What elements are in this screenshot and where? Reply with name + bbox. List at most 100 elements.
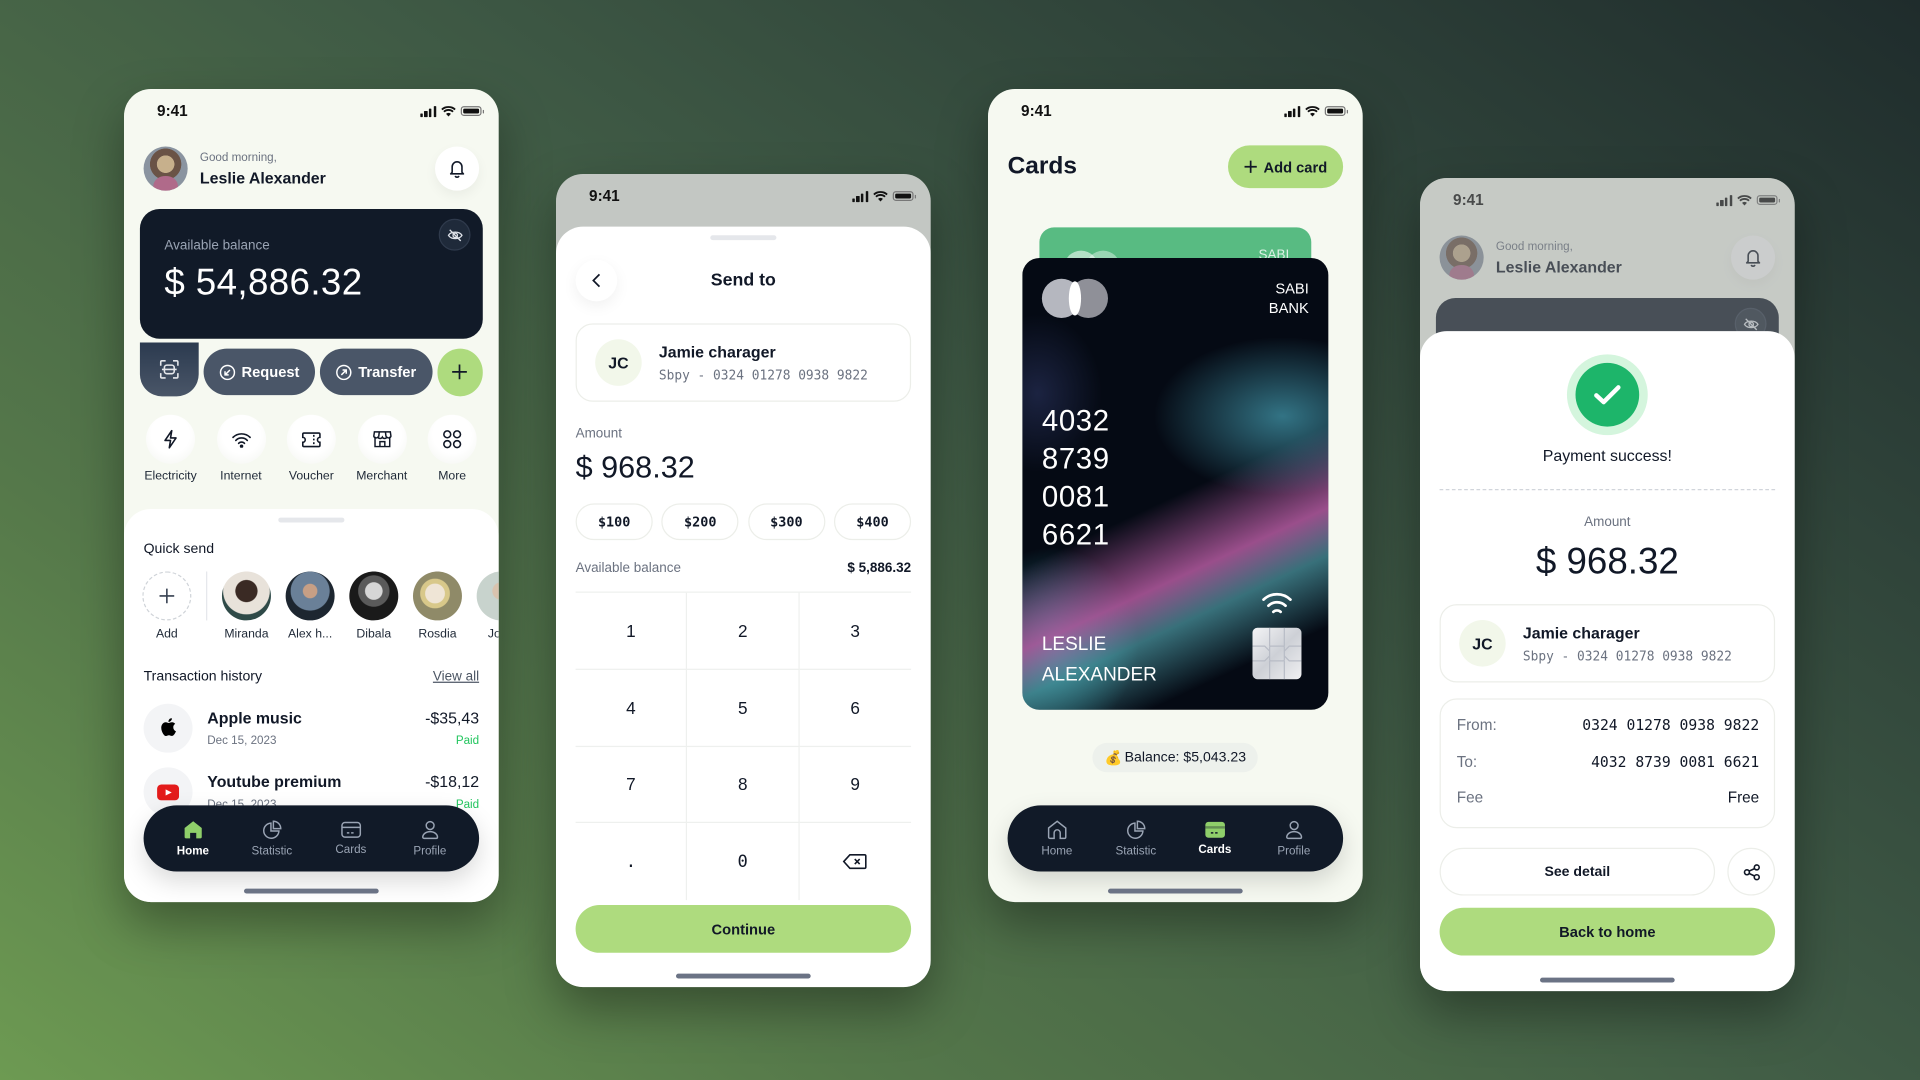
preset-100[interactable]: $100 <box>575 503 653 541</box>
quick-send-contact[interactable]: Rosdia <box>406 571 470 641</box>
scan-button[interactable] <box>139 342 199 397</box>
tab-statistic[interactable]: Statistic <box>1102 819 1171 857</box>
battery-icon <box>1324 106 1349 116</box>
quick-send-add[interactable]: Add <box>142 571 192 641</box>
quick-send-contact[interactable]: Alex h... <box>278 571 342 641</box>
quick-send-contact[interactable]: John <box>469 571 499 641</box>
home-indicator <box>1540 977 1675 983</box>
recipient-avatar: JC <box>595 339 642 386</box>
balance-label: Available balance <box>164 238 270 254</box>
service-merchant[interactable]: Merchant <box>347 414 416 483</box>
home-indicator <box>676 973 811 979</box>
preset-400[interactable]: $400 <box>833 503 912 541</box>
quick-send-contact[interactable]: Dibala <box>342 571 406 641</box>
service-electricity[interactable]: Electricity <box>136 414 205 483</box>
card-number: 4032 8739 0081 6621 <box>1041 404 1110 552</box>
user-avatar[interactable] <box>143 146 188 191</box>
recipient-card[interactable]: JC Jamie charager Sbpy - 0324 01278 0938… <box>575 323 912 402</box>
add-card-button[interactable]: Add card <box>1227 145 1344 189</box>
notification-button[interactable] <box>435 146 480 191</box>
transfer-label: Transfer <box>358 363 417 381</box>
backspace-key[interactable] <box>799 823 911 900</box>
preset-300[interactable]: $300 <box>747 503 825 541</box>
preset-200[interactable]: $200 <box>661 503 739 541</box>
status-bar: 9:41 <box>556 174 931 218</box>
tab-home[interactable]: Home <box>1023 819 1092 857</box>
transfer-button[interactable]: Transfer <box>320 348 433 396</box>
key-7[interactable]: 7 <box>575 746 688 824</box>
status-bar: 9:41 <box>988 89 1363 133</box>
cards-phone: 9:41 Cards Add card SABI SABI BANK 4032 <box>988 89 1363 903</box>
success-phone: 9:41 Good morning, Leslie Alexander Paym… <box>1420 178 1795 992</box>
amount-input[interactable]: $ 968.32 <box>576 451 695 487</box>
sheet-grabber[interactable] <box>710 235 777 241</box>
success-screen: 9:41 Good morning, Leslie Alexander Paym… <box>1420 178 1795 992</box>
key-0[interactable]: 0 <box>687 823 800 901</box>
tab-profile[interactable]: Profile <box>396 819 465 857</box>
service-internet[interactable]: Internet <box>207 414 276 483</box>
contactless-icon <box>1262 592 1292 614</box>
pie-chart-icon <box>1126 819 1146 839</box>
balance-value: $ 54,886.32 <box>164 262 363 304</box>
key-2[interactable]: 2 <box>687 592 800 670</box>
grid-icon <box>443 430 462 449</box>
tab-statistic[interactable]: Statistic <box>238 819 307 857</box>
share-icon <box>1743 863 1760 880</box>
battery-icon <box>892 191 917 201</box>
store-icon <box>372 431 392 448</box>
key-8[interactable]: 8 <box>687 746 800 824</box>
recipient-account: Sbpy - 0324 01278 0938 9822 <box>658 368 868 383</box>
home-icon <box>1047 819 1067 839</box>
quick-send-list: Add Miranda Alex h... Dibala Rosdia J <box>142 571 499 641</box>
transaction-history-title: Transaction history <box>143 669 263 685</box>
amount-label: Amount <box>575 426 623 441</box>
key-decimal[interactable]: . <box>576 823 688 901</box>
apple-icon <box>161 718 176 737</box>
card-logo-icon <box>1041 278 1109 318</box>
greeting-header: Good morning, Leslie Alexander <box>143 146 480 191</box>
detail-row-fee: Fee Free <box>1456 789 1760 807</box>
key-4[interactable]: 4 <box>575 669 688 747</box>
amount-label: Amount <box>1584 514 1631 530</box>
contact-avatar <box>285 571 335 621</box>
tab-cards[interactable]: Cards <box>1181 821 1250 856</box>
view-all-link[interactable]: View all <box>433 669 479 684</box>
service-voucher[interactable]: Voucher <box>277 414 346 483</box>
plus-icon <box>159 588 175 604</box>
see-detail-button[interactable]: See detail <box>1439 847 1716 896</box>
available-balance: Available balance $ 5,886.32 <box>575 560 912 576</box>
recipient-avatar: JC <box>1459 620 1506 667</box>
status-bar: 9:41 <box>124 89 499 133</box>
hide-balance-button[interactable] <box>438 218 471 251</box>
key-3[interactable]: 3 <box>799 593 912 670</box>
wifi-status-icon <box>441 105 456 116</box>
request-button[interactable]: Request <box>203 348 316 396</box>
key-6[interactable]: 6 <box>799 670 912 747</box>
continue-button[interactable]: Continue <box>575 905 912 953</box>
status-time: 9:41 <box>157 102 188 120</box>
key-9[interactable]: 9 <box>799 746 912 824</box>
key-5[interactable]: 5 <box>687 669 800 747</box>
recipient-name: Jamie charager <box>1522 623 1640 642</box>
service-more[interactable]: More <box>418 414 487 483</box>
key-1[interactable]: 1 <box>575 592 688 670</box>
request-label: Request <box>241 363 300 381</box>
card-holder-name: LESLIE ALEXANDER <box>1041 633 1157 685</box>
add-button[interactable] <box>437 347 483 396</box>
tab-profile[interactable]: Profile <box>1260 819 1329 857</box>
bank-card[interactable]: SABI BANK 4032 8739 0081 6621 LESLIE ALE… <box>1022 257 1329 710</box>
profile-icon <box>421 820 438 839</box>
tab-home[interactable]: Home <box>159 819 228 857</box>
home-phone: 9:41 Good morning, Leslie Alexander Avai… <box>124 89 499 903</box>
share-button[interactable] <box>1727 847 1776 896</box>
transaction-item[interactable]: Apple music Dec 15, 2023 -$35,43 Paid <box>143 703 480 753</box>
battery-icon <box>460 106 485 116</box>
status-badge: Paid <box>455 734 480 748</box>
tab-cards[interactable]: Cards <box>317 821 386 856</box>
quick-send-contact[interactable]: Miranda <box>215 571 279 641</box>
back-to-home-button[interactable]: Back to home <box>1439 907 1776 956</box>
plus-icon <box>1244 160 1257 173</box>
sheet-grabber[interactable] <box>278 517 345 523</box>
send-sheet: Send to JC Jamie charager Sbpy - 0324 01… <box>556 226 931 988</box>
numeric-keypad: 1 2 3 4 5 6 7 8 9 . 0 <box>575 591 912 901</box>
